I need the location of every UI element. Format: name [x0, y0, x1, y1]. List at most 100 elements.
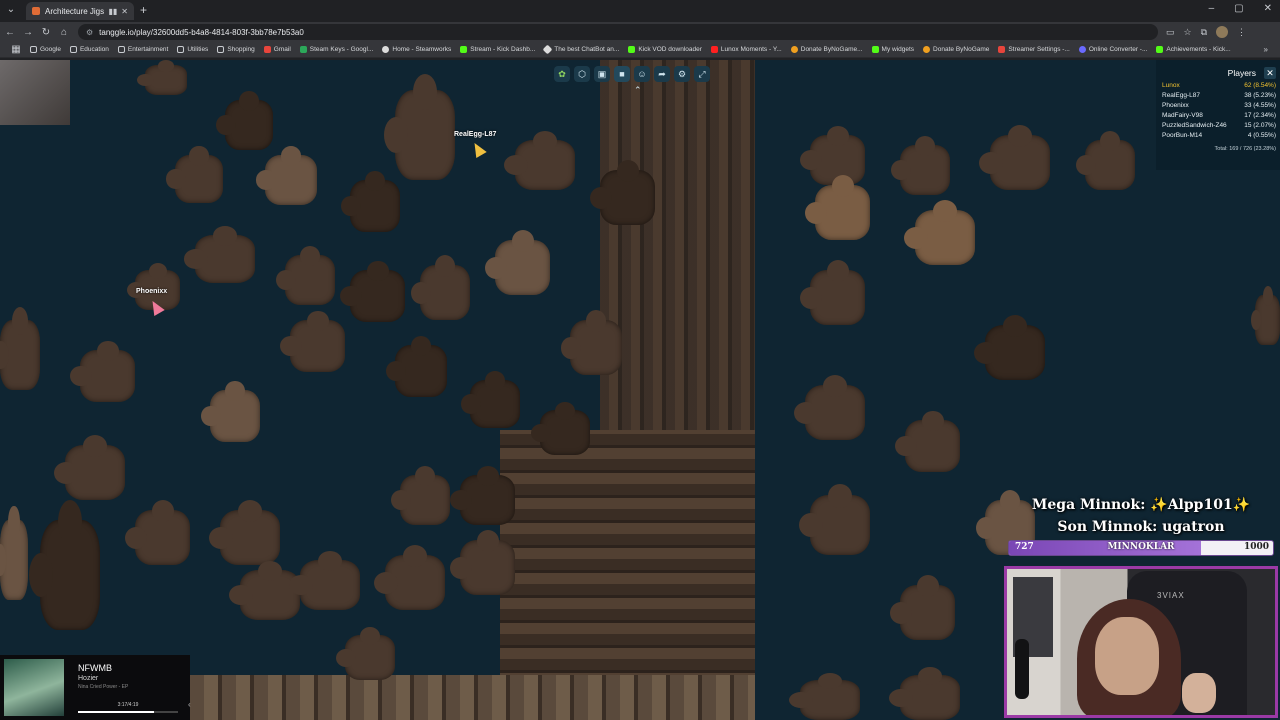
menu-icon[interactable]: ⋮	[1237, 27, 1246, 38]
bookmark-item[interactable]: Donate ByNoGame	[923, 46, 989, 53]
image-icon[interactable]: ▣	[594, 66, 610, 82]
puzzle-piece[interactable]	[504, 131, 575, 190]
puzzle-piece[interactable]	[280, 310, 345, 372]
puzzle-piece[interactable]	[789, 672, 860, 720]
puzzle-piece[interactable]	[590, 160, 655, 225]
puzzle-piece[interactable]	[209, 500, 280, 565]
puzzle-piece[interactable]	[184, 226, 255, 283]
puzzle-piece[interactable]	[201, 380, 260, 442]
minimize-icon[interactable]: –	[1209, 3, 1215, 14]
new-tab-icon[interactable]: +	[140, 3, 147, 17]
bookmark-item[interactable]: Shopping	[217, 46, 255, 53]
reload-icon[interactable]: ↻	[38, 27, 54, 38]
bookmark-item[interactable]: My widgets	[871, 46, 914, 53]
sort-icon[interactable]: ✿	[554, 66, 570, 82]
puzzle-piece[interactable]	[891, 136, 950, 195]
bookmark-item[interactable]: Kick VOD downloader	[628, 46, 702, 53]
puzzle-piece[interactable]	[384, 73, 455, 180]
tab-close-icon[interactable]: ✕	[121, 7, 128, 16]
bookmark-item[interactable]: Steam Keys - Googl...	[299, 46, 373, 53]
puzzle-piece[interactable]	[531, 401, 590, 455]
bookmark-item[interactable]: Entertainment	[117, 46, 168, 53]
puzzle-piece[interactable]	[391, 466, 450, 525]
puzzle-piece[interactable]	[166, 146, 223, 203]
puzzle-piece[interactable]	[0, 505, 28, 600]
puzzle-piece[interactable]	[979, 125, 1050, 190]
collapse-toolbar-icon[interactable]: ⌃	[634, 85, 642, 96]
puzzle-piece[interactable]	[799, 484, 870, 555]
puzzle-piece[interactable]	[276, 246, 335, 305]
puzzle-piece[interactable]	[974, 315, 1045, 380]
puzzle-piece[interactable]	[374, 545, 445, 610]
puzzle-piece[interactable]	[0, 307, 40, 390]
bookmark-item[interactable]: Gmail	[263, 46, 291, 53]
profile-avatar[interactable]	[1216, 26, 1229, 38]
puzzle-piece[interactable]	[336, 626, 395, 680]
share-icon[interactable]: ➦	[654, 66, 670, 82]
bookmark-item[interactable]: Online Converter -...	[1078, 46, 1147, 53]
bookmark-item[interactable]: Stream - Kick Dashb...	[460, 46, 535, 53]
site-info-icon[interactable]: ⚙	[86, 28, 93, 37]
puzzle-piece[interactable]	[800, 260, 865, 325]
bookmark-item[interactable]: Lunox Moments - Y...	[710, 46, 782, 53]
puzzle-piece[interactable]	[1250, 286, 1280, 345]
puzzle-piece[interactable]	[216, 91, 273, 150]
puzzle-piece[interactable]	[1076, 131, 1135, 190]
apps-icon[interactable]: ▦	[8, 44, 24, 55]
players-title: Players	[1227, 68, 1256, 78]
puzzle-piece[interactable]	[560, 310, 622, 375]
puzzle-piece[interactable]	[889, 666, 960, 720]
puzzle-piece[interactable]	[450, 466, 515, 525]
puzzle-piece[interactable]	[485, 230, 550, 295]
puzzle-piece[interactable]	[890, 575, 955, 640]
puzzle-piece[interactable]	[70, 340, 135, 402]
bookmark-item[interactable]: Education	[69, 46, 109, 53]
tab-search-icon[interactable]: ⌄	[4, 3, 18, 17]
home-icon[interactable]: ⌂	[56, 27, 72, 38]
puzzle-piece[interactable]	[340, 260, 405, 322]
maximize-icon[interactable]: ▢	[1234, 3, 1243, 14]
puzzle-piece[interactable]	[137, 60, 187, 95]
box-icon[interactable]: ⬡	[574, 66, 590, 82]
puzzle-piece[interactable]	[385, 335, 447, 397]
tab-audio-icon[interactable]: ▮▮	[108, 7, 117, 16]
bookmarks-overflow-icon[interactable]: »	[1264, 45, 1268, 54]
puzzle-piece[interactable]	[794, 375, 865, 440]
bookmark-item[interactable]: Home - Steamworks	[382, 46, 451, 53]
bookmark-item[interactable]: Google	[30, 46, 61, 53]
bookmark-item[interactable]: Donate ByNoGame...	[790, 46, 863, 53]
bookmark-star-icon[interactable]: ☆	[1184, 27, 1192, 38]
puzzle-piece[interactable]	[461, 371, 520, 428]
puzzle-piece[interactable]	[341, 170, 400, 232]
bookmark-item[interactable]: The best ChatBot an...	[542, 44, 619, 55]
bookmark-item[interactable]: Achievements - Kick...	[1156, 46, 1231, 53]
players-icon[interactable]: ☺	[634, 66, 650, 82]
puzzle-piece[interactable]	[289, 551, 360, 610]
puzzle-piece[interactable]	[255, 146, 317, 205]
chevron-left-icon[interactable]: ‹	[188, 700, 191, 709]
bookmark-item[interactable]: Streamer Settings -...	[998, 46, 1070, 53]
puzzle-piece[interactable]	[805, 175, 870, 240]
extensions-icon[interactable]: ⧉	[1201, 27, 1207, 38]
address-bar[interactable]: ⚙ tanggle.io/play/32600dd5-b4a8-4814-803…	[78, 24, 1158, 40]
puzzle-piece[interactable]	[895, 410, 960, 472]
cursor-label: RealEgg-L87	[454, 131, 497, 138]
webcam-streamer-face	[1095, 617, 1159, 695]
puzzle-piece[interactable]	[125, 500, 190, 565]
bookmark-item[interactable]: Utilities	[177, 46, 208, 53]
bookmarks-bar: ▦ Google Education Entertainment Utiliti…	[0, 42, 1280, 58]
back-icon[interactable]: ←	[2, 27, 18, 38]
settings-icon[interactable]: ⚙	[674, 66, 690, 82]
fullscreen-icon[interactable]: ⤢	[694, 66, 710, 82]
puzzle-piece[interactable]	[411, 255, 470, 320]
forward-icon[interactable]: →	[20, 27, 36, 38]
puzzle-piece[interactable]	[904, 200, 975, 265]
active-tab[interactable]: Architecture Jigsaw Pu ▮▮ ✕	[26, 2, 134, 20]
puzzle-piece[interactable]	[29, 500, 100, 630]
close-icon[interactable]: ✕	[1264, 67, 1276, 79]
cast-icon[interactable]: ▭	[1166, 27, 1175, 38]
puzzle-piece[interactable]	[450, 530, 515, 595]
background-icon[interactable]: ■	[614, 66, 630, 82]
puzzle-piece[interactable]	[54, 435, 125, 500]
close-window-icon[interactable]: ✕	[1264, 3, 1272, 14]
